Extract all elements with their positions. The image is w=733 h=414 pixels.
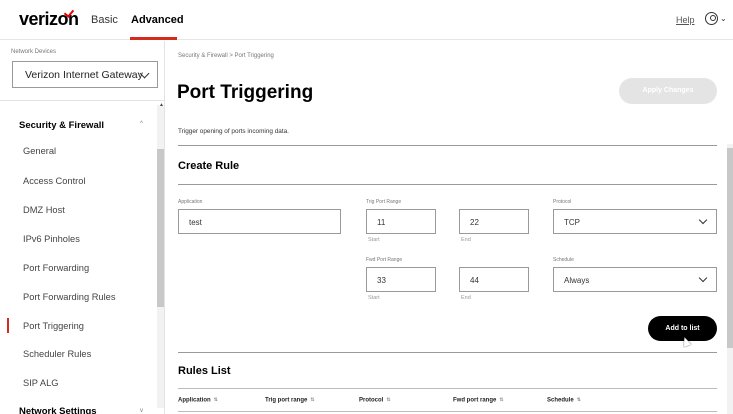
fwd-end-input[interactable]: 44 bbox=[459, 267, 529, 292]
column-header-label: Protocol bbox=[359, 397, 384, 404]
sidebar-item-scheduler-rules[interactable]: Scheduler Rules bbox=[23, 349, 91, 359]
sidebar-item-general[interactable]: General bbox=[23, 146, 56, 156]
divider bbox=[178, 145, 717, 146]
fwd-start-input[interactable]: 33 bbox=[366, 267, 436, 292]
sidebar-scroll-thumb[interactable] bbox=[157, 149, 164, 307]
schedule-label: Schedule bbox=[553, 257, 574, 263]
divider bbox=[178, 184, 717, 185]
trig-port-range-label: Trig Port Range bbox=[366, 199, 402, 205]
chevron-down-icon[interactable]: v bbox=[140, 408, 143, 414]
column-header-label: Fwd port range bbox=[453, 397, 497, 404]
fwd-start-label: Start bbox=[368, 295, 380, 301]
sort-icon: ⇅ bbox=[499, 397, 504, 403]
sidebar-item-port-forwarding[interactable]: Port Forwarding bbox=[23, 263, 89, 273]
application-value: test bbox=[189, 218, 202, 227]
sidebar-item-port-forwarding-rules[interactable]: Port Forwarding Rules bbox=[23, 292, 116, 302]
page-description: Trigger opening of ports incoming data. bbox=[178, 128, 289, 135]
create-rule-title: Create Rule bbox=[178, 160, 240, 172]
sidebar-item-access-control[interactable]: Access Control bbox=[23, 176, 86, 186]
column-header-protocol[interactable]: Protocol ⇅ bbox=[359, 397, 391, 404]
scroll-up-arrow-icon[interactable]: ▲ bbox=[159, 102, 164, 108]
sidebar-divider bbox=[0, 100, 165, 101]
column-header-label: Trig port range bbox=[265, 397, 308, 404]
sidebar-item-dmz-host[interactable]: DMZ Host bbox=[23, 205, 65, 215]
chevron-down-icon bbox=[698, 215, 708, 225]
network-devices-label: Network Devices bbox=[11, 49, 57, 55]
sidebar: Network Devices Verizon Internet Gateway… bbox=[0, 41, 165, 414]
sidebar-item-ipv6-pinholes[interactable]: IPv6 Pinholes bbox=[23, 234, 80, 244]
trig-start-label: Start bbox=[368, 237, 380, 243]
user-icon[interactable] bbox=[705, 12, 718, 25]
chevron-down-icon bbox=[698, 273, 708, 283]
protocol-label: Protocol bbox=[553, 199, 572, 205]
trig-end-input[interactable]: 22 bbox=[459, 209, 529, 234]
chevron-up-icon[interactable]: ^ bbox=[140, 121, 143, 127]
sort-icon: ⇅ bbox=[213, 397, 218, 403]
protocol-select[interactable]: TCP bbox=[553, 209, 717, 234]
protocol-value: TCP bbox=[564, 218, 580, 227]
fwd-start-value: 33 bbox=[377, 276, 386, 285]
help-link[interactable]: Help bbox=[676, 15, 695, 25]
active-tab-indicator bbox=[130, 37, 177, 40]
schedule-value: Always bbox=[564, 276, 590, 285]
breadcrumb: Security & Firewall > Port Triggering bbox=[178, 53, 274, 59]
trig-start-input[interactable]: 11 bbox=[366, 209, 436, 234]
column-header-fwd-port-range[interactable]: Fwd port range ⇅ bbox=[453, 397, 504, 404]
device-select-value: Verizon Internet Gateway bbox=[25, 69, 143, 81]
sort-icon: ⇅ bbox=[310, 397, 315, 403]
user-menu-chevron-icon[interactable]: ⌄ bbox=[720, 14, 727, 23]
fwd-port-range-label: Fwd Port Range bbox=[366, 257, 403, 263]
column-header-schedule[interactable]: Schedule ⇅ bbox=[547, 397, 581, 404]
main-scroll-thumb[interactable] bbox=[727, 148, 733, 348]
sidebar-item-port-triggering[interactable]: Port Triggering bbox=[23, 321, 84, 331]
device-select[interactable]: Verizon Internet Gateway bbox=[12, 61, 158, 88]
column-header-application[interactable]: Application ⇅ bbox=[178, 397, 218, 404]
schedule-select[interactable]: Always bbox=[553, 267, 717, 292]
fwd-end-value: 44 bbox=[470, 276, 479, 285]
sidebar-item-sip-alg[interactable]: SIP ALG bbox=[23, 378, 59, 388]
apply-changes-button[interactable]: Apply Changes bbox=[619, 78, 717, 104]
trig-start-value: 11 bbox=[377, 218, 386, 227]
sort-icon: ⇅ bbox=[386, 397, 391, 403]
page-title: Port Triggering bbox=[177, 82, 314, 103]
trig-end-value: 22 bbox=[470, 218, 479, 227]
trig-end-label: End bbox=[461, 237, 471, 243]
sidebar-section-network-settings[interactable]: Network Settings bbox=[19, 406, 97, 414]
sidebar-active-indicator bbox=[7, 318, 9, 333]
application-input[interactable]: test bbox=[178, 209, 341, 234]
divider bbox=[178, 352, 717, 353]
application-label: Application bbox=[178, 199, 203, 205]
rules-list-title: Rules List bbox=[178, 365, 231, 377]
sort-icon: ⇅ bbox=[576, 397, 581, 403]
fwd-end-label: End bbox=[461, 295, 471, 301]
column-header-trig-port-range[interactable]: Trig port range ⇅ bbox=[265, 397, 315, 404]
tab-advanced[interactable]: Advanced bbox=[131, 14, 184, 26]
table-header-top-border bbox=[178, 388, 717, 389]
column-header-label: Schedule bbox=[547, 397, 574, 404]
column-header-label: Application bbox=[178, 397, 211, 404]
tab-basic[interactable]: Basic bbox=[91, 14, 118, 26]
top-navigation: verizon Basic Advanced Help ⌄ bbox=[0, 0, 733, 40]
sidebar-section-security-firewall[interactable]: Security & Firewall bbox=[19, 120, 104, 131]
table-header-bottom-border bbox=[178, 411, 717, 412]
